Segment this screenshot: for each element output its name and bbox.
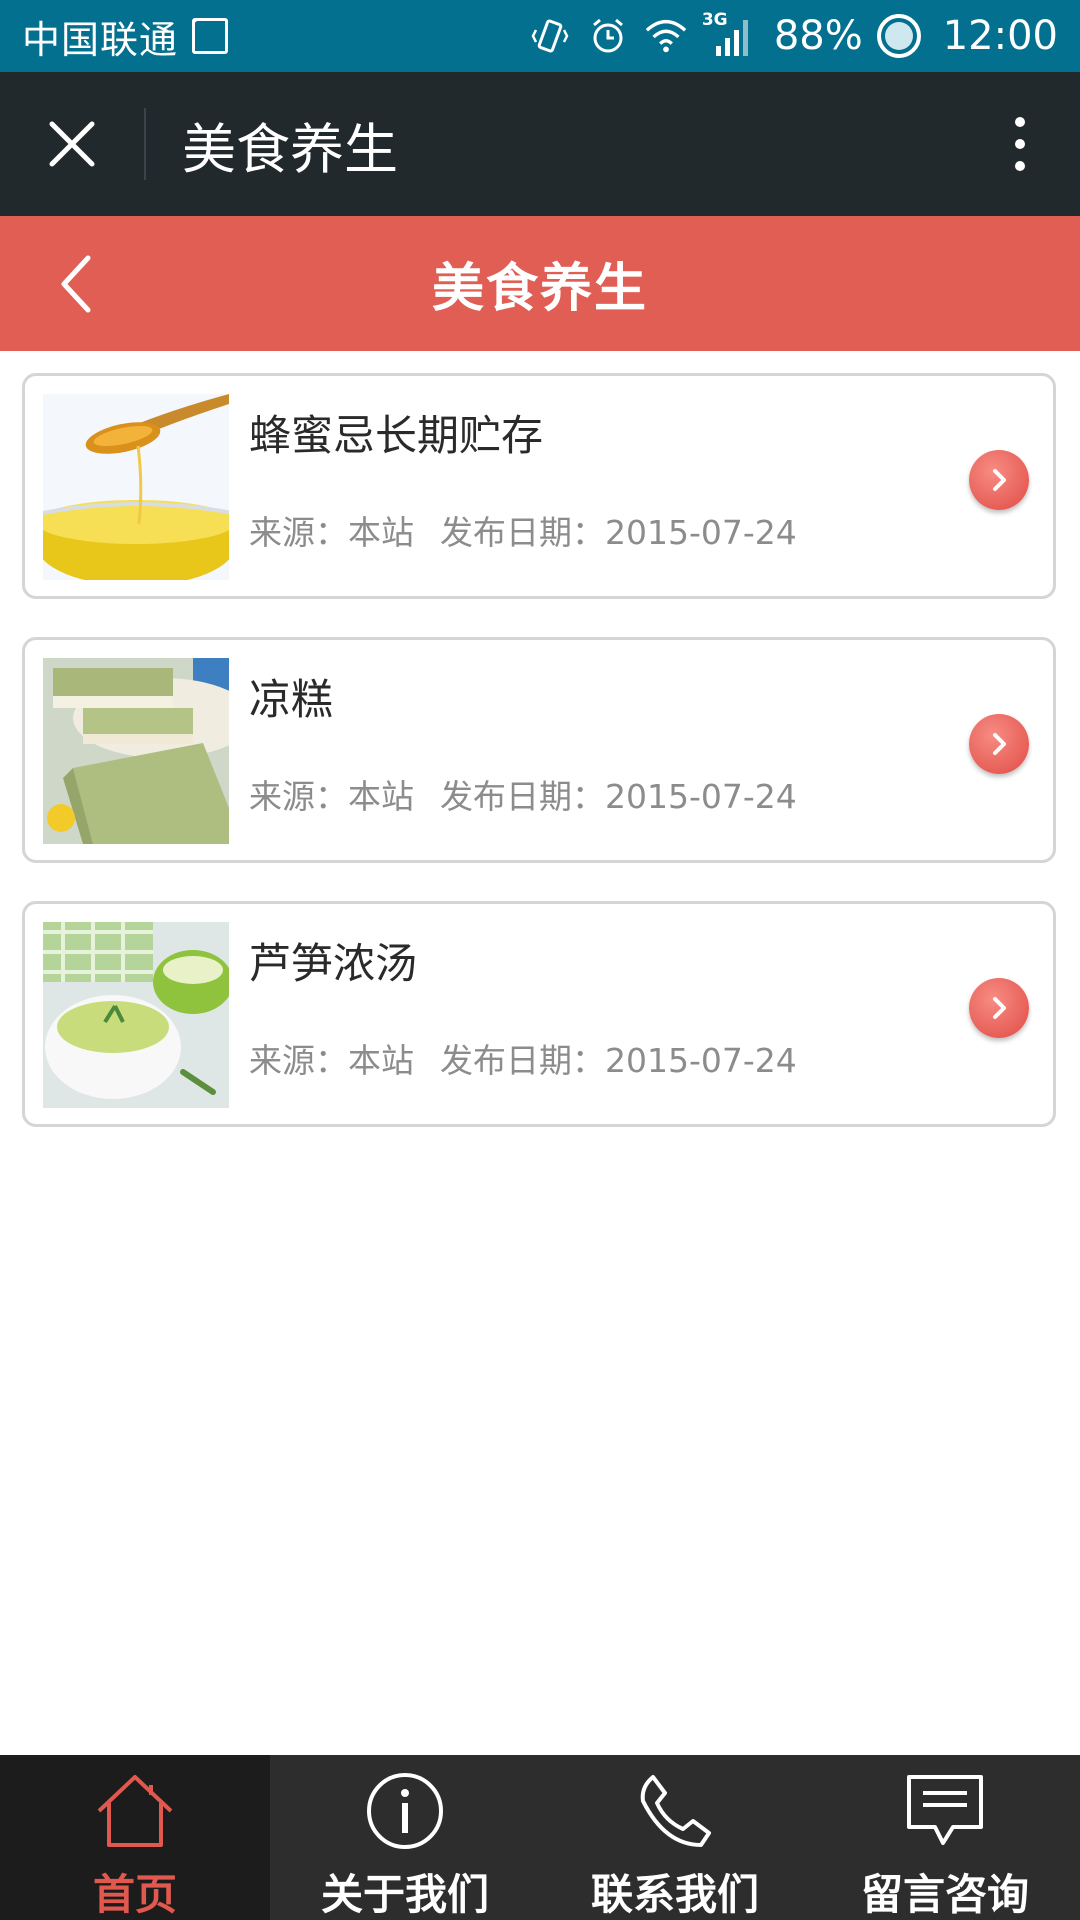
- nav-label: 首页: [92, 1870, 177, 1919]
- nav-label: 留言咨询: [860, 1870, 1029, 1919]
- wechat-title-bar: 美食养生: [0, 72, 1080, 216]
- open-article-button[interactable]: [969, 714, 1029, 774]
- nav-item-contact[interactable]: 联系我们: [540, 1755, 810, 1920]
- soup-image: [43, 922, 229, 1108]
- article-card[interactable]: 蜂蜜忌长期贮存 来源：本站 发布日期：2015-07-24: [22, 373, 1056, 599]
- info-icon: [363, 1771, 447, 1851]
- article-title: 芦笋浓汤: [249, 939, 418, 988]
- chevron-left-icon: [61, 255, 91, 313]
- home-icon: [93, 1771, 177, 1851]
- article-source: 来源：本站: [249, 777, 414, 816]
- page-title: 美食养生: [431, 259, 648, 319]
- honey-image: [43, 394, 229, 580]
- open-article-button[interactable]: [969, 450, 1029, 510]
- status-right: 3G 88% 12:00: [528, 10, 1058, 59]
- battery-percent: 88%: [773, 13, 863, 59]
- nav-label: 联系我们: [590, 1870, 759, 1919]
- article-date: 发布日期：2015-07-24: [440, 777, 797, 816]
- article-card[interactable]: 芦笋浓汤 来源：本站 发布日期：2015-07-24: [22, 901, 1056, 1127]
- chevron-right-icon: [993, 997, 1006, 1019]
- bottom-nav: 首页 关于我们 联系我们 留言咨询: [0, 1755, 1080, 1920]
- article-list: 蜂蜜忌长期贮存 来源：本站 发布日期：2015-07-24 凉糕 来源：本站 发…: [22, 373, 1056, 1165]
- article-title: 蜂蜜忌长期贮存: [249, 411, 544, 460]
- status-bar: 中国联通 3G 88% 12:00: [0, 0, 1080, 72]
- vibrate-icon: [528, 14, 572, 58]
- nav-item-about[interactable]: 关于我们: [270, 1755, 540, 1920]
- article-date: 发布日期：2015-07-24: [440, 513, 797, 552]
- nav-label: 关于我们: [320, 1870, 489, 1919]
- close-icon: [49, 121, 95, 167]
- article-date: 发布日期：2015-07-24: [440, 1041, 797, 1080]
- chevron-right-icon: [993, 733, 1006, 755]
- clock: 12:00: [942, 13, 1058, 59]
- article-title: 凉糕: [249, 675, 334, 724]
- article-card[interactable]: 凉糕 来源：本站 发布日期：2015-07-24: [22, 637, 1056, 863]
- back-button[interactable]: [36, 246, 116, 322]
- article-source: 来源：本站: [249, 513, 414, 552]
- alarm-icon: [586, 14, 630, 58]
- status-left: 中国联通: [22, 9, 229, 64]
- open-article-button[interactable]: [969, 978, 1029, 1038]
- message-icon: [903, 1771, 987, 1851]
- wifi-icon: [644, 14, 688, 58]
- network-type: 3G: [701, 10, 728, 30]
- close-button[interactable]: [0, 72, 144, 216]
- more-vertical-icon: [1015, 117, 1025, 171]
- article-meta: 来源：本站 发布日期：2015-07-24: [249, 1034, 797, 1082]
- page-header: 美食养生: [0, 216, 1080, 351]
- cake-image: [43, 658, 229, 844]
- carrier-name: 中国联通: [22, 17, 179, 62]
- chevron-right-icon: [993, 469, 1006, 491]
- nav-item-home[interactable]: 首页: [0, 1755, 270, 1920]
- phone-icon: [633, 1771, 717, 1851]
- wechat-title: 美食养生: [182, 117, 398, 181]
- more-options-button[interactable]: [960, 72, 1080, 216]
- battery-icon: [876, 14, 921, 58]
- gallery-notification-icon: [192, 18, 229, 54]
- signal-icon: 3G: [702, 10, 754, 58]
- divider: [144, 108, 146, 180]
- article-meta: 来源：本站 发布日期：2015-07-24: [249, 506, 797, 554]
- article-source: 来源：本站: [249, 1041, 414, 1080]
- nav-item-message[interactable]: 留言咨询: [810, 1755, 1080, 1920]
- article-meta: 来源：本站 发布日期：2015-07-24: [249, 770, 797, 818]
